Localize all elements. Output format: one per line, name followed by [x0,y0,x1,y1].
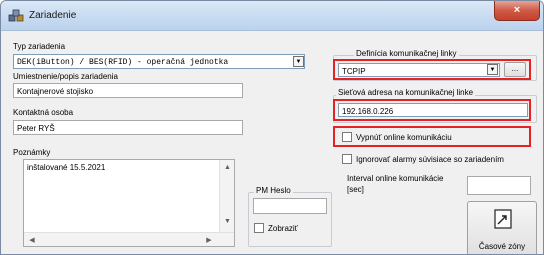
network-address-value: 192.168.0.226 [342,107,394,116]
show-password-checkbox[interactable] [254,223,264,233]
title-bar[interactable]: Zariadenie × [1,1,543,31]
contact-input[interactable]: Peter RYŠ [13,120,243,135]
interval-label: Interval online komunikácie [347,174,444,183]
network-address-label: Sieťová adresa na komunikačnej linke [336,88,476,97]
ignore-alarms-label: Ignorovať alarmy súvisiace so zariadením [356,155,504,164]
network-address-input[interactable]: 192.168.0.226 [338,103,528,117]
contact-label: Kontaktná osoba [13,108,74,117]
show-password-label: Zobraziť [268,224,298,233]
notes-horizontal-scrollbar[interactable]: ◀ ▶ [24,232,234,246]
dialog-content: Typ zariadenia DEK(iButton) / BES(RFID) … [1,31,543,254]
notes-label: Poznámky [13,148,51,157]
devices-icon [8,9,24,22]
scroll-down-icon[interactable]: ▼ [220,218,234,225]
comm-link-label: Definícia komunikačnej linky [354,49,459,58]
time-zones-label: Časové zóny [478,242,526,251]
location-input[interactable]: Kontajnerové stojisko [13,83,243,98]
dialog-window: Zariadenie × Typ zariadenia DEK(iButton)… [0,0,544,255]
device-type-label: Typ zariadenia [13,42,66,51]
interval-input[interactable] [467,176,531,195]
scroll-up-icon[interactable]: ▲ [220,164,234,171]
interval-unit-label: [sec] [347,185,364,194]
chevron-down-icon[interactable]: ▼ [293,56,304,67]
disable-online-checkbox[interactable] [342,132,352,142]
comm-link-chevron-down-icon[interactable]: ▼ [487,64,498,75]
comm-link-browse-button[interactable]: ... [504,62,526,77]
device-type-select[interactable]: DEK(iButton) / BES(RFID) - operačná jedn… [13,54,305,69]
window-title: Zariadenie [29,10,77,21]
close-button[interactable]: × [494,1,540,21]
notes-value: inštalované 15.5.2021 [27,163,106,172]
contact-value: Peter RYŠ [17,124,55,133]
scroll-right-icon[interactable]: ▶ [204,236,214,244]
pm-password-input[interactable] [253,198,327,214]
ignore-alarms-checkbox[interactable] [342,154,352,164]
scroll-left-icon[interactable]: ◀ [27,236,37,244]
location-label: Umiestnenie/popis zariadenia [13,72,118,81]
comm-link-value: TCPIP [342,67,366,76]
pm-password-label: PM Heslo [254,186,293,195]
disable-online-label: Vypnúť online komunikáciu [356,133,452,142]
notes-vertical-scrollbar[interactable]: ▲ ▼ [219,160,234,232]
time-zones-button[interactable]: Časové zóny [467,201,537,254]
notes-textarea[interactable]: inštalované 15.5.2021 ▲ ▼ ◀ ▶ [23,159,235,247]
export-document-icon [494,209,512,229]
location-value: Kontajnerové stojisko [17,87,94,96]
device-type-value: DEK(iButton) / BES(RFID) - operačná jedn… [17,58,229,67]
comm-link-select[interactable]: TCPIP [338,63,500,77]
